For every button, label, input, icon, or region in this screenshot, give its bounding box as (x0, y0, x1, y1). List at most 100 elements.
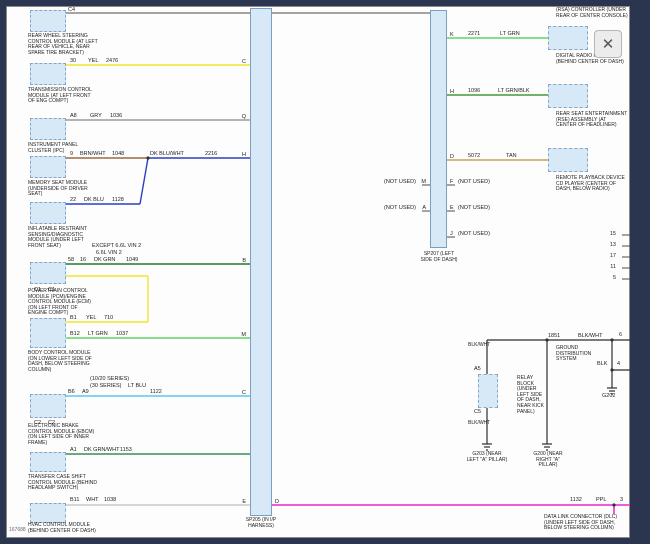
pin-label: 58 (68, 257, 74, 263)
sp207-label: SP207 (LEFT SIDE OF DASH) (418, 252, 460, 263)
wire-color-label: LT GRN (88, 331, 108, 337)
page-ref: 15 (604, 231, 616, 237)
viewer-window: SP205 (IN I/P HARNESS) SP207 (LEFT SIDE … (0, 0, 650, 544)
relay-block-box (478, 374, 498, 408)
wire-color-label: BLK/WHT (468, 421, 484, 427)
circuit-label: 1048 (112, 151, 124, 157)
pin-label: A8 (70, 113, 77, 119)
circuit-label: 1037 (116, 331, 128, 337)
circuit-label: 1128 (112, 197, 124, 203)
module-desc-sdm: INFLATABLE RESTRAINT SENSING/DIAGNOSTIC … (28, 227, 98, 249)
module-box-ebcm (30, 394, 66, 418)
variant-note: 6.6L VIN 2 (96, 250, 122, 256)
wire-color-label: WHT (86, 497, 99, 503)
ground-label-g200: G200 (NEAR RIGHT "A" PILLAR) (526, 452, 570, 469)
not-used-label: (NOT USED) (458, 179, 490, 185)
circuit-label: 5072 (468, 153, 480, 159)
variant-note: EXCEPT 6.6L VIN 2 (92, 243, 141, 249)
wire-color-label: LT BLU (128, 383, 146, 389)
circuit-label: 1132 (570, 497, 582, 503)
connector-label: C1 (34, 287, 41, 293)
pin-label: 30 (70, 58, 76, 64)
circuit-label: 1153 (120, 447, 132, 453)
wire-color-label: LT GRN/BLK (498, 88, 530, 94)
close-button[interactable]: ✕ (594, 30, 622, 58)
pin-label: B6 (68, 389, 75, 395)
ground-label-g202: G202 (602, 393, 615, 399)
module-box-ipc (30, 118, 66, 140)
ground-label-g203: G203 (NEAR LEFT "A" PILLAR) (466, 452, 508, 463)
module-box-sdm (30, 202, 66, 224)
circuit-label: 2476 (106, 58, 118, 64)
module-box-hvac (30, 503, 66, 523)
connector-label: C2 (48, 420, 55, 426)
page-ref: 6 (619, 332, 622, 338)
component-box-rse (548, 148, 588, 172)
bus-terminal-letter: D (275, 499, 279, 505)
wire-color-label: YEL (88, 58, 98, 64)
plain-wires (66, 13, 630, 279)
component-box-digital-radio (548, 84, 588, 108)
pin-label: A1 (70, 447, 77, 453)
wire-color-label: DK GRN/WHT (84, 447, 119, 453)
circuit-label: 1049 (126, 257, 138, 263)
not-used-label: (NOT USED) (384, 179, 416, 185)
relay-block-label: RELAY BLOCK (UNDER LEFT SIDE OF DASH, NE… (517, 376, 545, 415)
pin-label: C5 (474, 409, 481, 415)
component-desc-remote-playback: REMOTE PLAYBACK DEVICE CD PLAYER (CENTER… (556, 176, 628, 193)
pin-label: A9 (82, 389, 89, 395)
wire-color-label: TAN (506, 153, 517, 159)
circuit-label: 2271 (468, 31, 480, 37)
module-desc-rear-wheel-steering: REAR WHEEL STEERING CONTROL MODULE (AT L… (28, 34, 98, 56)
close-icon: ✕ (602, 35, 615, 53)
module-desc-pcm: POWERTRAIN CONTROL MODULE (PCM)/ENGINE C… (28, 289, 98, 317)
circuit-label: 1036 (110, 113, 122, 119)
circuit-label: 1096 (468, 88, 480, 94)
module-box-rear-wheel-steering (30, 10, 66, 32)
module-box-transfer-case (30, 452, 66, 472)
bus-terminal-letter: Q (236, 114, 246, 120)
module-desc-bcm: BODY CONTROL MODULE (ON LOWER LEFT SIDE … (28, 351, 98, 373)
module-box-memory-seat (30, 156, 66, 178)
bus-terminal-letter: K (450, 32, 454, 38)
wire-color-label: BLK (597, 361, 607, 367)
variant-note: (30 SERIES) (90, 383, 121, 389)
page-ref: 4 (617, 361, 620, 367)
connector-label: C4 (68, 7, 75, 13)
module-desc-memory-seat: MEMORY SEAT MODULE (UNDERSIDE OF DRIVER … (28, 181, 98, 198)
wire-color-label: GRY (90, 113, 102, 119)
wire-color-label: LT GRN (500, 31, 520, 37)
bus-terminal-letter: F (450, 179, 453, 185)
component-desc-rsa-controller: (RSA) CONTROLLER (UNDER REAR OF CENTER C… (556, 8, 628, 19)
bus-terminal-letter: C (236, 390, 246, 396)
connector-label: C2 (34, 420, 41, 426)
module-box-pcm (30, 262, 66, 284)
not-used-label: (NOT USED) (458, 205, 490, 211)
splice-bus-sp205 (250, 8, 272, 516)
wire-color-label: BRN/WHT (80, 151, 106, 157)
pin-label: B11 (70, 497, 79, 503)
module-desc-tcm: TRANSMISSION CONTROL MODULE (AT LEFT FRO… (28, 88, 98, 105)
circuit-label: 1122 (150, 389, 162, 395)
wire-color-label: DK BLU/WHT (150, 151, 184, 157)
pin-label: 9 (70, 151, 73, 157)
module-desc-ebcm: ELECTRONIC BRAKE CONTROL MODULE (EBCM) (… (28, 424, 98, 446)
bus-terminal-letter: H (236, 152, 246, 158)
wire-color-label: BLK/WHT (468, 343, 484, 349)
circuit-label: 1038 (104, 497, 116, 503)
bus-terminal-letter: J (450, 231, 453, 237)
module-desc-hvac: HVAC CONTROL MODULE (BEHIND CENTER OF DA… (28, 523, 98, 534)
bus-terminal-letter: E (236, 499, 246, 505)
circuit-label: 710 (104, 315, 113, 321)
light-green-wires (66, 38, 548, 338)
bus-terminal-letter: M (416, 179, 426, 185)
pin-label: A5 (474, 366, 481, 372)
not-used-label: (NOT USED) (458, 231, 490, 237)
circuit-label: 2216 (205, 151, 217, 157)
bus-terminal-letter: H (450, 89, 454, 95)
page-ref: 13 (604, 242, 616, 248)
module-box-bcm (30, 318, 66, 348)
wire-color-label: BLK/WHT (578, 333, 602, 339)
wire-color-label: YEL (86, 315, 96, 321)
wire-color-label: DK BLU (84, 197, 104, 203)
